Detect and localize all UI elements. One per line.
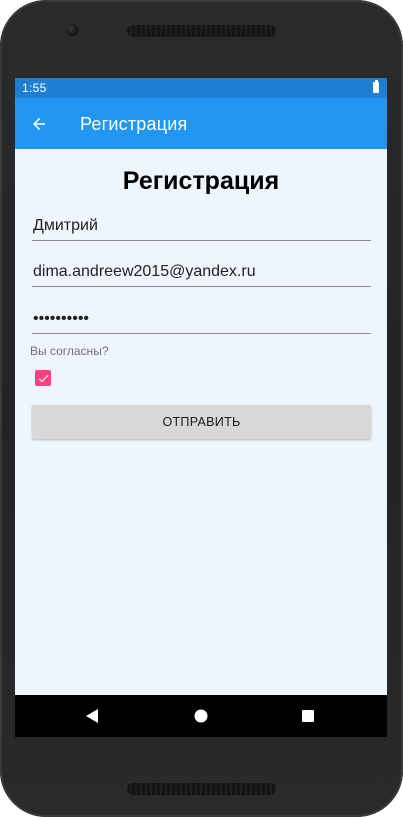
name-field[interactable]	[32, 211, 371, 241]
submit-button[interactable]: ОТПРАВИТЬ	[32, 405, 371, 439]
nav-recents-button[interactable]	[298, 706, 318, 726]
front-camera	[66, 24, 78, 36]
page-title: Регистрация	[122, 167, 280, 195]
app-bar-title: Регистрация	[80, 114, 188, 134]
top-speaker-grille	[127, 25, 276, 37]
checkmark-icon	[38, 374, 48, 382]
bottom-speaker-grille	[127, 783, 276, 795]
phone-frame: 1:55 Регистрация Регистрация Вы согласны…	[0, 0, 403, 817]
battery-full-icon	[373, 80, 379, 93]
nav-home-button[interactable]	[191, 706, 211, 726]
nav-recents-square-icon	[302, 710, 314, 722]
phone-screen: 1:55 Регистрация Регистрация Вы согласны…	[15, 78, 387, 737]
nav-back-button[interactable]	[82, 706, 102, 726]
app-bar: Регистрация	[15, 98, 387, 149]
arrow-left-icon	[33, 118, 45, 130]
agree-label: Вы согласны?	[30, 344, 109, 358]
back-button[interactable]	[25, 110, 53, 138]
system-navigation-bar	[15, 695, 387, 737]
nav-back-triangle-icon	[86, 709, 98, 723]
nav-home-circle-icon	[194, 709, 208, 723]
status-bar: 1:55	[15, 78, 387, 98]
status-time: 1:55	[22, 81, 47, 95]
email-field[interactable]	[32, 257, 371, 287]
password-field[interactable]	[32, 304, 371, 334]
agree-checkbox[interactable]	[35, 370, 51, 386]
